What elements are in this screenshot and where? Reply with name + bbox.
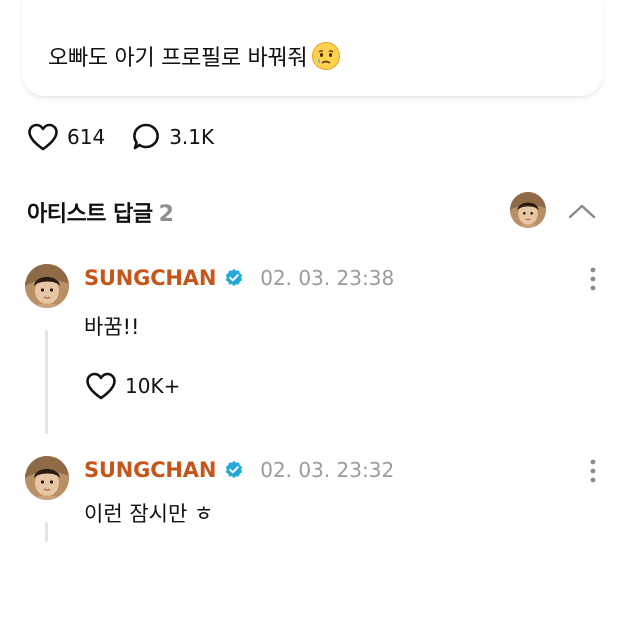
comment-button[interactable]: 3.1K (131, 122, 214, 152)
crying-face-emoji (312, 42, 341, 70)
artist-avatar[interactable] (510, 192, 546, 228)
artist-replies-title: 아티스트 답글 (27, 202, 153, 227)
timestamp: 02. 03. 23:38 (260, 266, 395, 290)
more-button[interactable] (583, 266, 603, 292)
verified-badge-icon (226, 461, 243, 478)
heart-outline-icon (86, 372, 116, 400)
chevron-up-icon (568, 204, 596, 219)
comment-like-button[interactable]: 10K+ (85, 372, 180, 400)
author-name[interactable]: SUNGCHAN (84, 266, 216, 290)
timestamp: 02. 03. 23:32 (260, 458, 395, 482)
comment-like-count: 10K+ (125, 374, 181, 398)
avatar[interactable] (25, 264, 69, 308)
avatar[interactable] (25, 456, 69, 500)
like-count: 614 (67, 125, 106, 149)
post-text: 오빠도 아기 프로필로 바꿔줘 (48, 46, 308, 71)
author-row: SUNGCHAN 02. 03. 23:32 (84, 458, 394, 482)
more-vertical-icon (590, 267, 596, 291)
post-text-row: 오빠도 아기 프로필로 바꿔줘 (48, 40, 341, 72)
like-button[interactable]: 614 (27, 123, 105, 151)
thread-line (45, 522, 48, 542)
more-button[interactable] (583, 458, 603, 484)
speech-bubble-icon (133, 123, 160, 150)
verified-badge-icon (226, 269, 243, 286)
post-card: 오빠도 아기 프로필로 바꿔줘 (22, 0, 603, 96)
heart-outline-icon (28, 123, 58, 151)
author-name[interactable]: SUNGCHAN (84, 458, 216, 482)
thread-line (45, 330, 48, 434)
comment-text: 이런 잠시만 ㅎ (84, 502, 214, 526)
author-row: SUNGCHAN 02. 03. 23:38 (84, 266, 394, 290)
post-stats: 614 3.1K (27, 120, 214, 154)
comment-text: 바꿈!! (84, 315, 140, 339)
collapse-button[interactable] (564, 196, 600, 226)
artist-replies-count: 2 (158, 202, 174, 227)
comment-count: 3.1K (169, 125, 215, 149)
more-vertical-icon (590, 459, 596, 483)
artist-replies-header: 아티스트 답글 2 (27, 196, 174, 228)
